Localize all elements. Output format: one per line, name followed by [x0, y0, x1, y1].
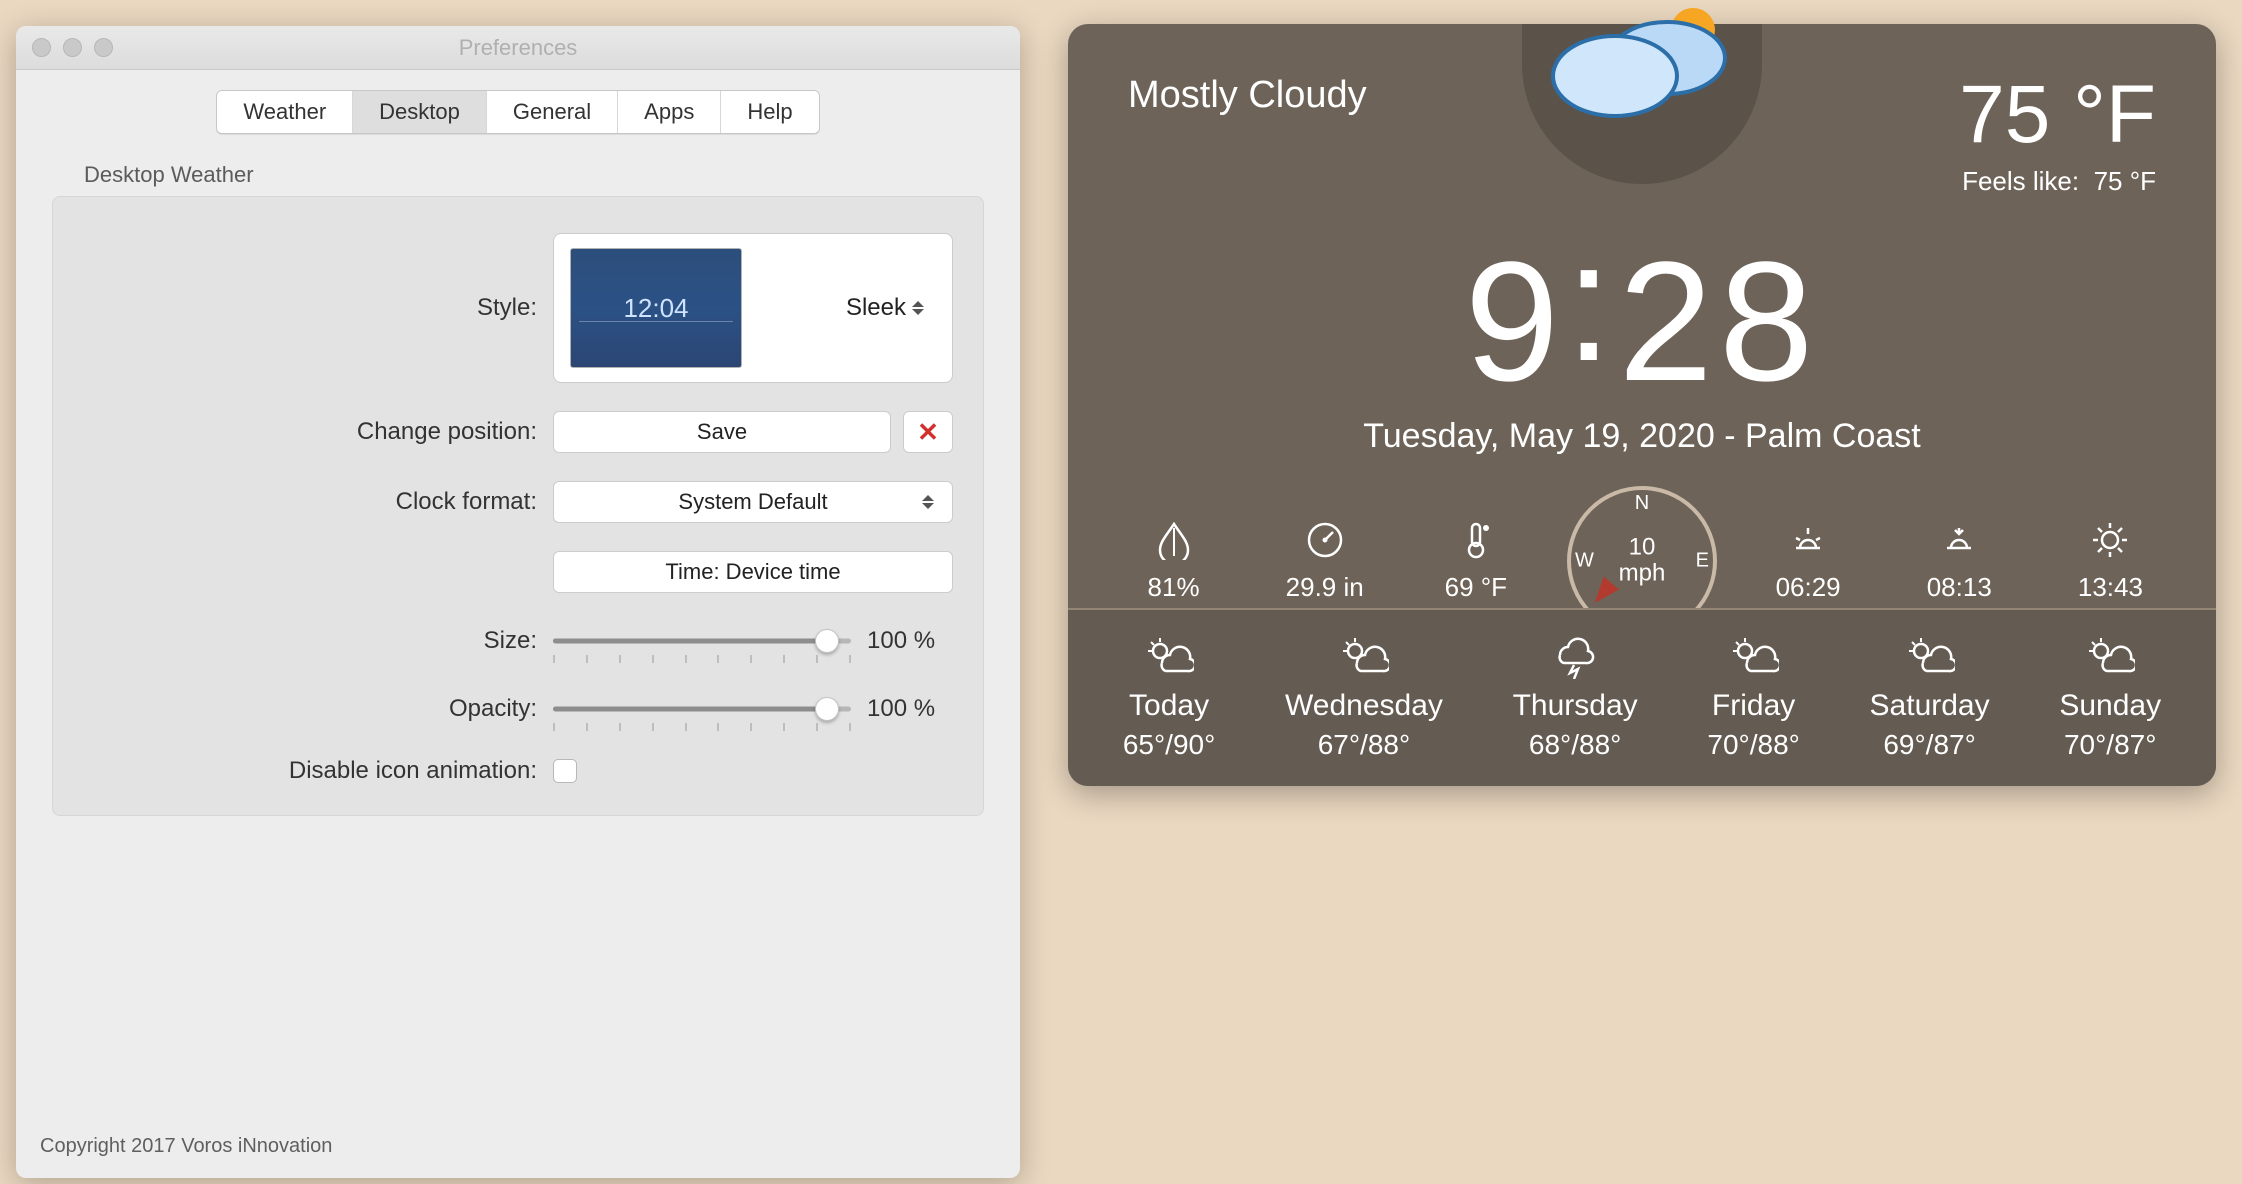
opacity-value: 100 %: [867, 695, 953, 723]
clock-format-select[interactable]: System Default: [553, 481, 953, 523]
sunrise-stat: 06:29: [1748, 520, 1868, 603]
sunset-icon: [1939, 520, 1979, 560]
forecast-day: Thursday 68°/88°: [1513, 635, 1638, 761]
humidity-stat: 81%: [1114, 520, 1234, 603]
partly-cloudy-icon: [2085, 635, 2135, 679]
disable-animation-label: Disable icon animation:: [83, 757, 553, 785]
chevron-updown-icon: [912, 298, 928, 318]
gauge-icon: [1305, 520, 1345, 560]
forecast-day: Friday 70°/88°: [1707, 635, 1799, 761]
thunderstorm-icon: [1550, 635, 1600, 679]
condition-text: Mostly Cloudy: [1128, 74, 1367, 117]
size-slider[interactable]: [553, 621, 851, 661]
tab-general[interactable]: General: [487, 91, 618, 133]
tab-apps[interactable]: Apps: [618, 91, 721, 133]
style-selector[interactable]: 12:04 Sleek: [553, 233, 953, 383]
preferences-window: Preferences Weather Desktop General Apps…: [16, 26, 1020, 1178]
tab-weather[interactable]: Weather: [217, 91, 353, 133]
chevron-updown-icon: [922, 492, 938, 512]
size-label: Size:: [83, 627, 553, 655]
save-button[interactable]: Save: [553, 411, 891, 453]
sunset-stat: 08:13: [1899, 520, 2019, 603]
tab-help[interactable]: Help: [721, 91, 818, 133]
current-temp: 75 °F: [1959, 74, 2156, 156]
solar-noon-stat: 13:43: [2050, 520, 2170, 603]
partly-cloudy-icon: [1905, 635, 1955, 679]
feels-like: Feels like: 75 °F: [1959, 166, 2156, 197]
forecast-day: Saturday 69°/87°: [1870, 635, 1990, 761]
thermometer-icon: [1456, 520, 1496, 560]
change-position-label: Change position:: [83, 418, 553, 446]
opacity-slider[interactable]: [553, 689, 851, 729]
time-source-field: Time: Device time: [553, 551, 953, 593]
forecast-day: Today 65°/90°: [1123, 635, 1215, 761]
forecast-day: Sunday 70°/87°: [2059, 635, 2161, 761]
cancel-position-button[interactable]: ✕: [903, 411, 953, 453]
opacity-label: Opacity:: [83, 695, 553, 723]
date-location: Tuesday, May 19, 2020 - Palm Coast: [1068, 417, 2216, 456]
style-label: Style:: [83, 294, 553, 322]
partly-cloudy-icon: [1339, 635, 1389, 679]
tab-desktop[interactable]: Desktop: [353, 91, 487, 133]
window-title: Preferences: [16, 35, 1020, 61]
group-title: Desktop Weather: [72, 162, 1020, 192]
partly-cloudy-icon: [1729, 635, 1779, 679]
forecast-row: Today 65°/90° Wednesday 67°/88° Thursday…: [1068, 608, 2216, 786]
sunrise-icon: [1788, 520, 1828, 560]
size-value: 100 %: [867, 627, 953, 655]
humidity-icon: [1154, 520, 1194, 560]
tabs-segmented: Weather Desktop General Apps Help: [216, 90, 819, 134]
clock-format-label: Clock format:: [83, 488, 553, 516]
disable-animation-checkbox[interactable]: [553, 759, 577, 783]
widget-notch: [1492, 24, 1792, 224]
dewpoint-stat: 69 °F: [1416, 520, 1536, 603]
style-thumbnail: 12:04: [570, 248, 742, 368]
weather-widget: Mostly Cloudy 75 °F Feels like: 75 °F 9:…: [1068, 24, 2216, 786]
sun-icon: [2090, 520, 2130, 560]
cloud-sun-icon: [1537, 0, 1747, 134]
desktop-weather-group: Style: 12:04 Sleek Change position: Save…: [52, 196, 984, 816]
tabs-bar: Weather Desktop General Apps Help: [16, 70, 1020, 134]
forecast-day: Wednesday 67°/88°: [1285, 635, 1443, 761]
style-value: Sleek: [846, 294, 928, 322]
clock-display: 9:28: [1068, 237, 2216, 407]
copyright: Copyright 2017 Voros iNnovation: [16, 1115, 1020, 1178]
partly-cloudy-icon: [1144, 635, 1194, 679]
pressure-stat: 29.9 in: [1265, 520, 1385, 603]
titlebar: Preferences: [16, 26, 1020, 70]
